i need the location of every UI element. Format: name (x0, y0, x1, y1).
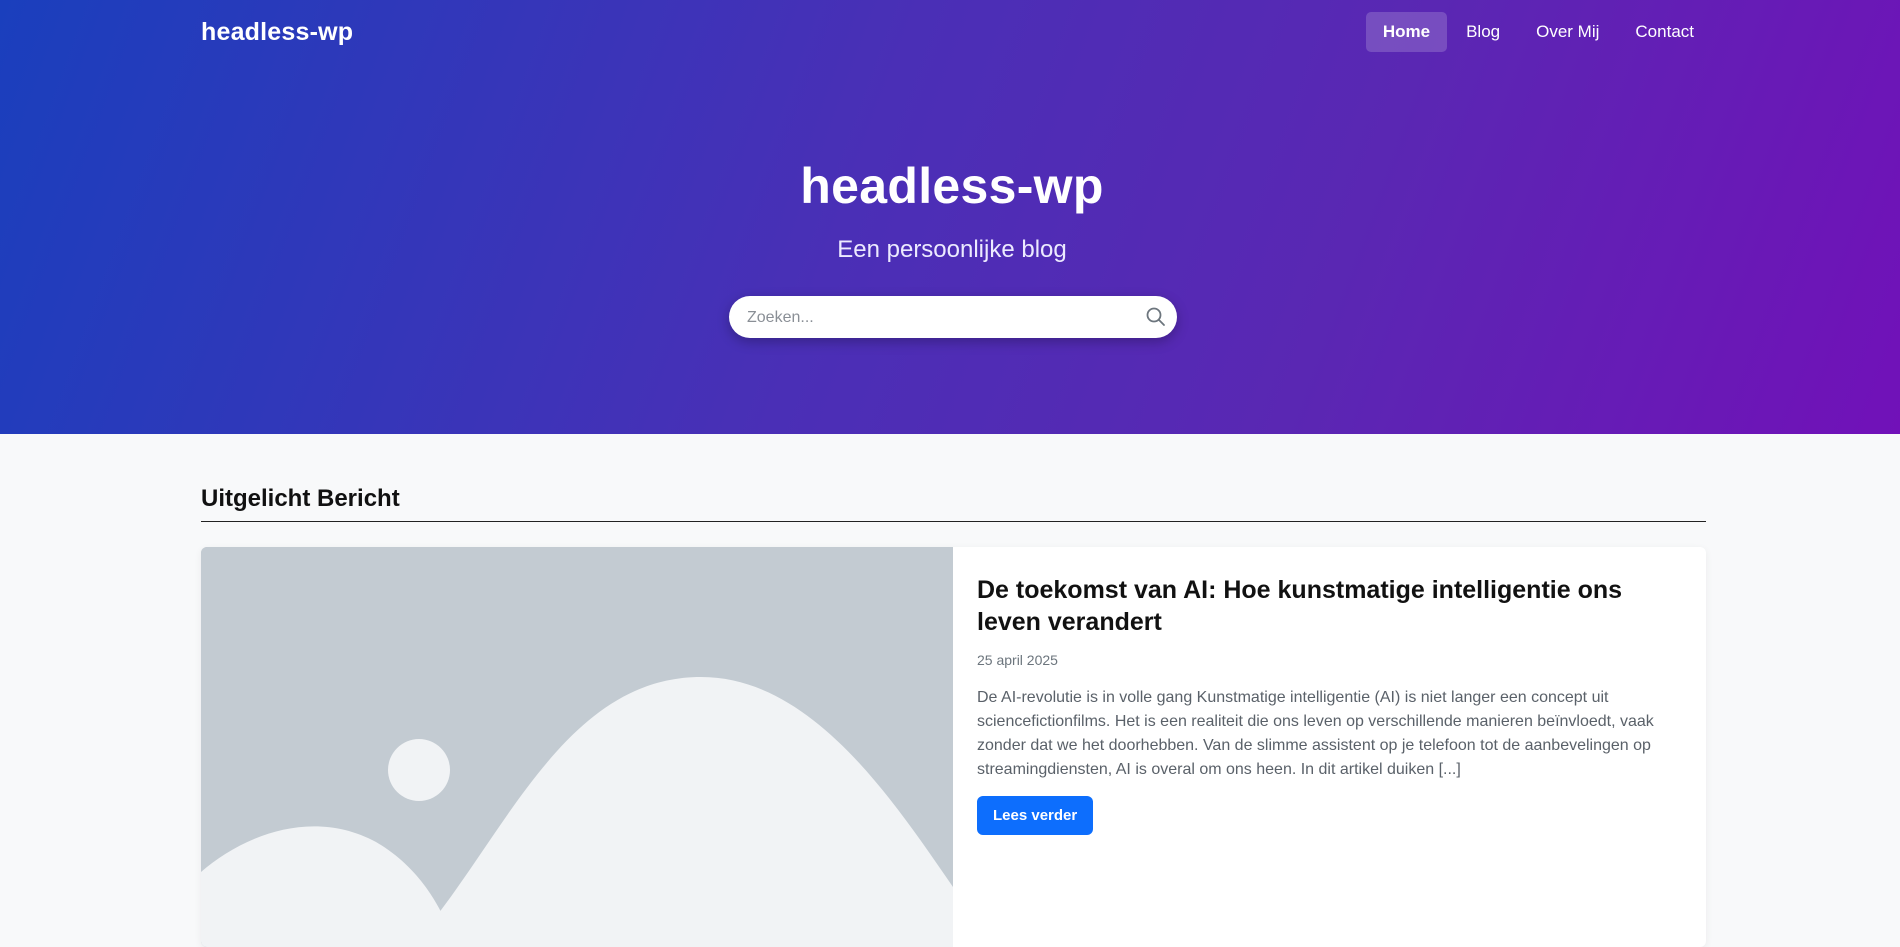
hero-title: headless-wp (800, 158, 1104, 214)
post-date: 25 april 2025 (977, 652, 1058, 668)
site-brand[interactable]: headless-wp (201, 18, 353, 47)
search-bar (729, 296, 1177, 340)
section-title: Uitgelicht Bericht (201, 485, 400, 512)
search-input[interactable] (745, 296, 1129, 340)
section-divider (201, 521, 1706, 522)
nav-item-home[interactable]: Home (1365, 12, 1448, 52)
search-icon (1146, 307, 1165, 326)
hero-subtitle: Een persoonlijke blog (837, 236, 1067, 263)
nav-item-contact[interactable]: Contact (1618, 12, 1711, 52)
post-image[interactable] (201, 547, 953, 947)
search-button[interactable] (1143, 304, 1169, 330)
nav-item-over-mij[interactable]: Over Mij (1519, 12, 1616, 52)
top-navbar: headless-wp Home Blog Over Mij Contact (0, 0, 1900, 66)
image-placeholder-icon (201, 547, 953, 947)
featured-post-card: De toekomst van AI: Hoe kunstmatige inte… (201, 547, 1706, 947)
read-more-button[interactable]: Lees verder (977, 796, 1094, 835)
hero-header: headless-wp Home Blog Over Mij Contact h… (0, 0, 1900, 434)
nav-menu: Home Blog Over Mij Contact (1365, 12, 1711, 52)
post-excerpt: De AI-revolutie is in volle gang Kunstma… (977, 689, 1654, 778)
nav-item-blog[interactable]: Blog (1449, 12, 1517, 52)
post-body: De toekomst van AI: Hoe kunstmatige inte… (977, 574, 1677, 835)
post-title[interactable]: De toekomst van AI: Hoe kunstmatige inte… (977, 574, 1677, 638)
